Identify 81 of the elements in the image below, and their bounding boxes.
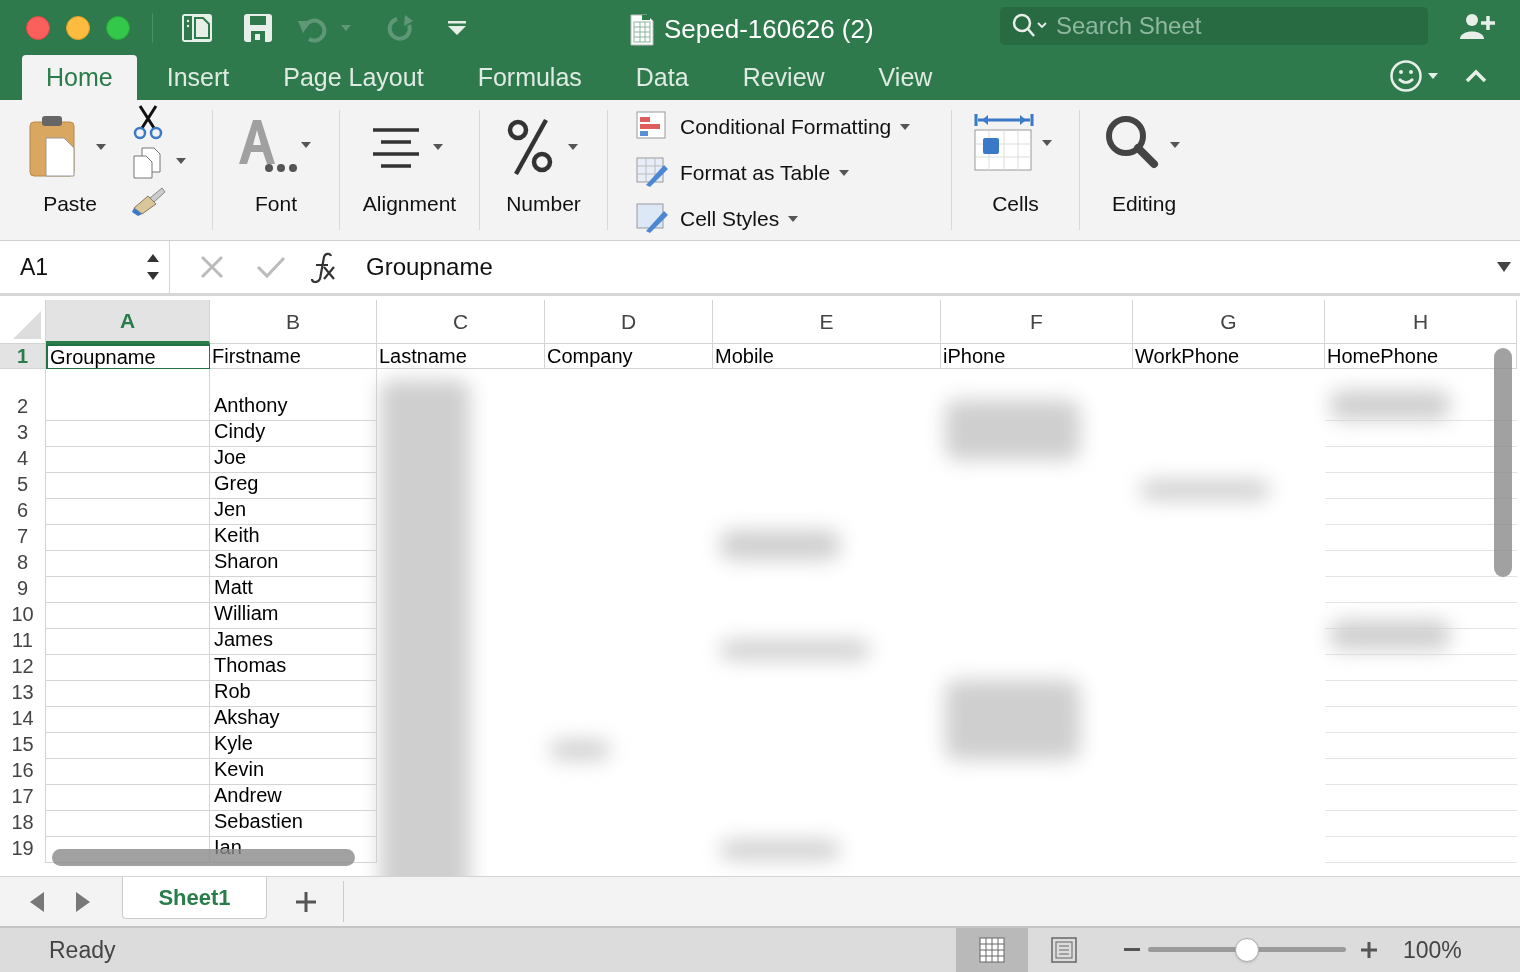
table-cell[interactable]: Company (545, 344, 713, 369)
dropdown-icon[interactable] (1497, 262, 1511, 272)
page-layout-view-icon (1051, 937, 1077, 963)
zoom-slider[interactable] (1148, 937, 1346, 963)
column-header[interactable]: C (377, 300, 545, 344)
ribbon-tab[interactable]: Insert (142, 55, 254, 100)
status-text: Ready (49, 935, 117, 965)
table-cell[interactable]: Lastname (377, 344, 545, 369)
table-cell: William (210, 603, 377, 629)
caret-icon (839, 169, 850, 176)
zoom-button[interactable] (106, 15, 130, 40)
table-cell: Greg (210, 473, 377, 499)
column-header[interactable]: F (941, 300, 1133, 344)
search-icon[interactable] (1012, 13, 1048, 39)
sheet-tab[interactable]: Sheet1 (122, 877, 267, 919)
name-box[interactable]: A1 (0, 241, 170, 293)
format-as-table-button[interactable]: Format as Table (636, 154, 951, 191)
save-icon[interactable] (243, 12, 273, 43)
table-cell: Andrew (210, 785, 377, 811)
table-cell[interactable]: Firstname (210, 344, 377, 369)
caret-icon (788, 215, 799, 222)
column-header[interactable]: D (545, 300, 713, 344)
sidebar-icon[interactable] (181, 12, 213, 43)
cell-styles-icon (636, 202, 670, 235)
alignment-button[interactable]: Alignment (362, 100, 457, 220)
table-cell[interactable]: Mobile (713, 344, 941, 369)
conditional-formatting-button[interactable]: Conditional Formatting (636, 108, 951, 145)
table-cell: Sebastien (210, 811, 377, 837)
format-as-table-icon (636, 156, 670, 189)
slider-thumb[interactable] (1235, 938, 1259, 962)
ribbon-tab[interactable]: Home (22, 55, 137, 100)
zoom-out-icon[interactable] (1124, 948, 1140, 952)
window-title: Seped-160626 (2) (664, 13, 874, 46)
column-header[interactable]: E (713, 300, 941, 344)
formula-text: Groupname (366, 252, 494, 282)
table-cell: Akshay (210, 707, 377, 733)
confirm-icon[interactable] (256, 255, 286, 279)
normal-view-button[interactable] (956, 928, 1028, 972)
row-header[interactable]: 1 (0, 344, 46, 369)
caret-icon (900, 123, 911, 130)
search-field[interactable]: Search Sheet (1000, 7, 1428, 45)
cell-styles-button[interactable]: Cell Styles (636, 200, 951, 237)
table-cell: Matt (210, 577, 377, 603)
table-cell: Thomas (210, 655, 377, 681)
column-header[interactable]: A (46, 300, 210, 344)
paste-button[interactable]: Paste (28, 100, 112, 220)
number-button[interactable]: Number (503, 100, 584, 220)
table-cell: Kyle (210, 733, 377, 759)
stepper-icon (146, 252, 160, 282)
vertical-scrollbar-thumb[interactable] (1494, 348, 1512, 577)
column-header[interactable]: G (1133, 300, 1325, 344)
collapse-ribbon-icon[interactable] (1465, 69, 1487, 83)
table-cell: James (210, 629, 377, 655)
table-cell: Anthony (210, 369, 377, 421)
table-cell[interactable]: iPhone (941, 344, 1133, 369)
cancel-icon[interactable] (200, 255, 224, 279)
ribbon-tab[interactable]: Page Layout (259, 55, 448, 100)
ribbon-tab[interactable]: Formulas (453, 55, 606, 100)
column-header[interactable]: B (210, 300, 377, 344)
table-cell[interactable]: WorkPhone (1133, 344, 1325, 369)
cells-button[interactable]: Cells (973, 100, 1058, 220)
ribbon-tab[interactable]: View (854, 55, 957, 100)
table-cell: Rob (210, 681, 377, 707)
font-button[interactable]: Font (231, 100, 321, 220)
table-cell: Kevin (210, 759, 377, 785)
table-cell: Joe (210, 447, 377, 473)
ribbon-tab[interactable]: Data (611, 55, 713, 100)
table-cell: Sharon (210, 551, 377, 577)
normal-view-icon (979, 937, 1005, 963)
add-person-icon[interactable] (1460, 13, 1496, 39)
minimize-button[interactable] (66, 15, 90, 40)
table-cell: Jen (210, 499, 377, 525)
table-cell[interactable]: Groupname (46, 344, 210, 369)
zoom-in-icon[interactable] (1361, 942, 1377, 958)
column-header[interactable]: H (1325, 300, 1517, 344)
table-cell: Keith (210, 525, 377, 551)
spreadsheet-file-icon (630, 13, 654, 46)
zoom-level: 100% (1403, 935, 1462, 965)
table-cell: Cindy (210, 421, 377, 447)
ribbon-tab[interactable]: Review (718, 55, 849, 100)
editing-button[interactable]: Editing (1104, 100, 1184, 220)
